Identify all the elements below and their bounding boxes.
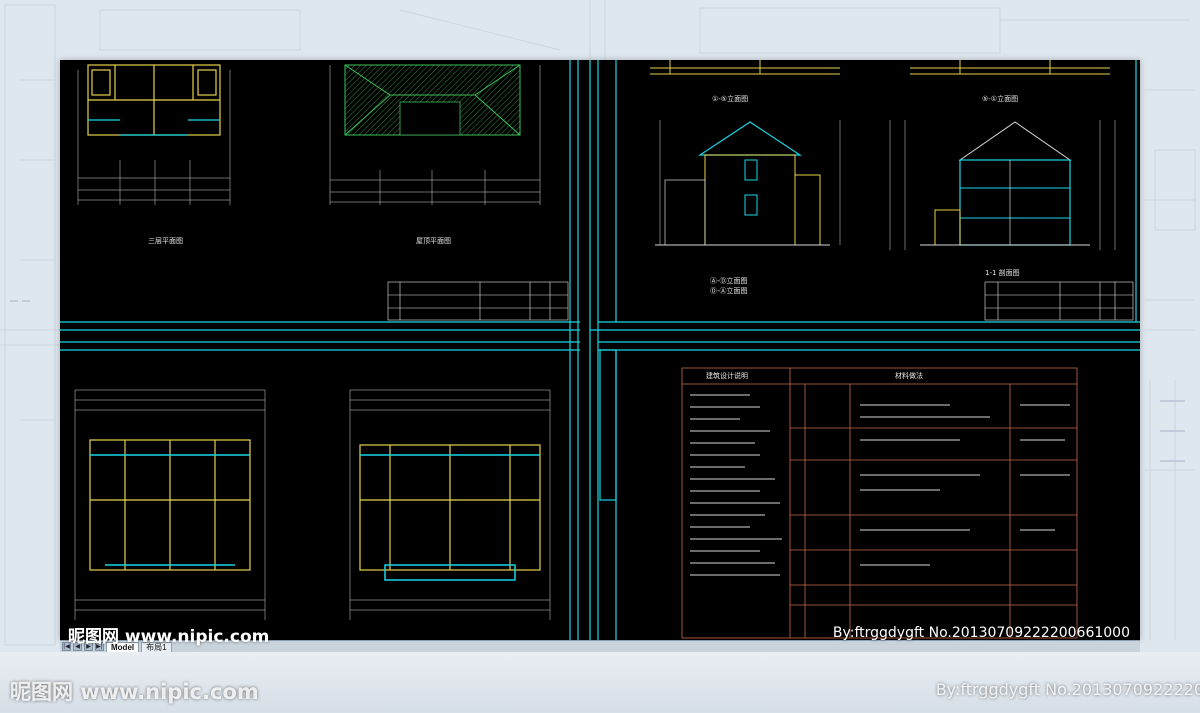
label-roof-plan: 屋顶平面图 [416,237,451,245]
roof-plan [329,64,541,205]
watermark-author-id-ghost: By:ftrggdygft No.2013070922220 [935,680,1200,699]
title-block-right [984,281,1134,321]
cad-drawing [60,60,1140,640]
notes-title-left: 建筑设计说明 [706,372,748,380]
watermark-author-id: By:ftrggdygft No.20130709222200661000 [832,625,1130,641]
first-floor-plan-left [74,389,266,620]
label-elevation-side-b: Ⓓ-Ⓐ立面图 [710,287,748,295]
notes-text-lines [690,394,1070,576]
label-third-floor-plan: 三层平面图 [148,237,183,245]
watermark-site-brand: 昵图网 www.nipic.com [68,627,270,647]
elevation-strip-top [650,60,1110,75]
label-elevation-a: ①-⑤立面图 [712,95,749,103]
watermark-site-brand-ghost: 昵图网 www.nipic.com [10,680,259,704]
third-floor-plan [77,64,231,205]
cad-viewport[interactable]: 三层平面图 屋顶平面图 ①-⑤立面图 ⑤-①立面图 Ⓐ-Ⓓ立面图 Ⓓ-Ⓐ立面图 … [60,60,1140,640]
notes-title-right: 材料做法 [895,372,923,380]
side-elevation [655,120,841,246]
section-drawing [889,120,1116,250]
title-block-left [387,281,569,321]
label-elevation-side: Ⓐ-Ⓓ立面图 [710,277,748,285]
first-floor-plan-right [349,389,551,620]
label-section-1-1: 1-1 剖面图 [985,269,1020,277]
label-elevation-b: ⑤-①立面图 [982,95,1019,103]
